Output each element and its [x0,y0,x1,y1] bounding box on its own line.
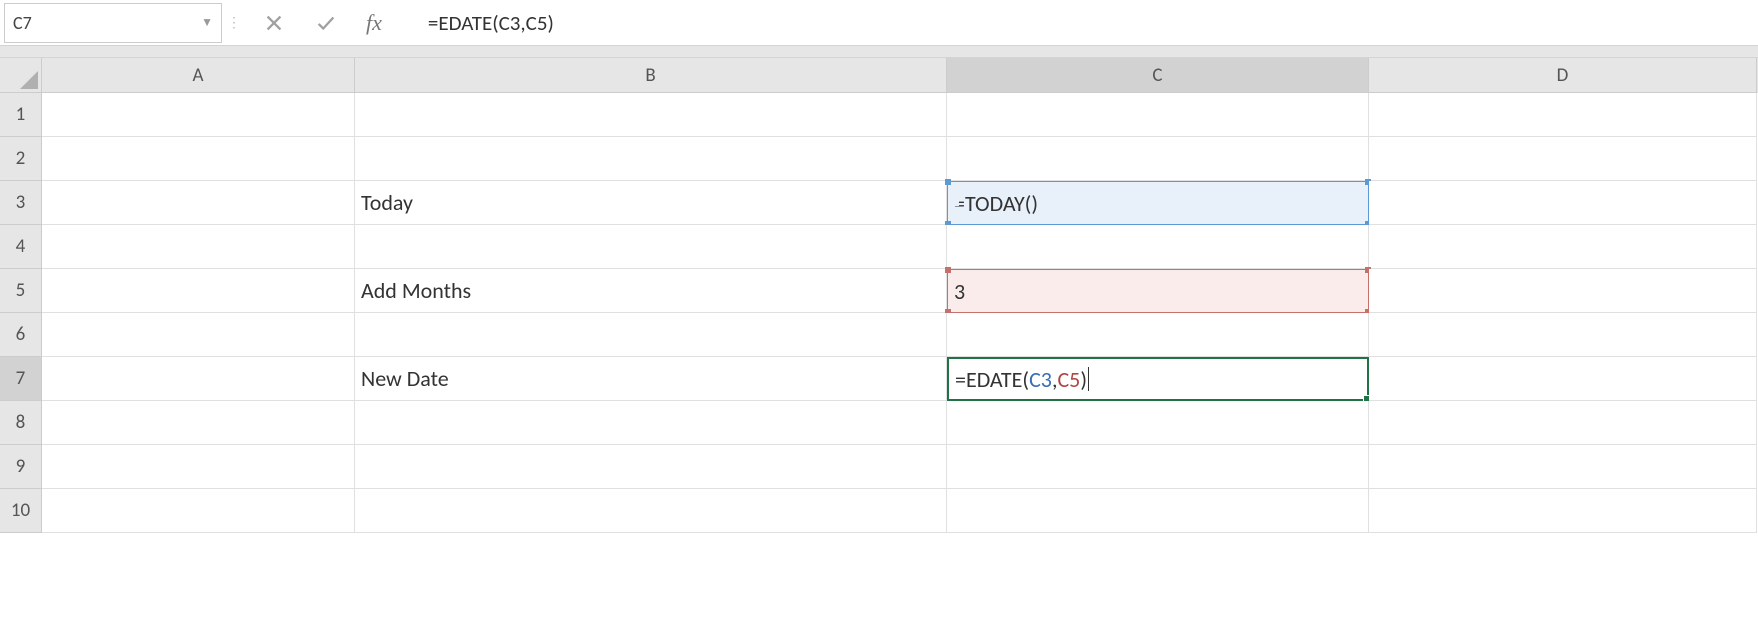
formula-bar-buttons: fx [244,10,418,36]
ribbon-divider [0,46,1758,58]
cell-D7[interactable] [1369,357,1757,401]
name-box-dropdown-icon[interactable]: ▼ [201,15,213,30]
name-box[interactable]: C7 ▼ [4,3,222,43]
range-handle-icon[interactable] [945,179,951,185]
row-9: 9 [0,445,1758,489]
cell-B4[interactable] [355,225,947,269]
cell-A2[interactable] [42,137,355,181]
cell-A6[interactable] [42,313,355,357]
name-box-value: C7 [13,12,201,34]
row-2: 2 [0,137,1758,181]
row-header-1[interactable]: 1 [0,93,42,137]
row-10: 10 [0,489,1758,533]
cell-C8[interactable] [947,401,1369,445]
range-handle-icon[interactable] [945,267,951,273]
fx-icon[interactable]: fx [366,10,382,36]
cell-C9[interactable] [947,445,1369,489]
cell-A1[interactable] [42,93,355,137]
row-5: 5 Add Months 3 [0,269,1758,313]
cell-D10[interactable] [1369,489,1757,533]
row-header-6[interactable]: 6 [0,313,42,357]
cell-D1[interactable] [1369,93,1757,137]
select-all-triangle[interactable] [0,58,42,93]
cell-A3[interactable] [42,181,355,225]
row-header-10[interactable]: 10 [0,489,42,533]
cell-B7[interactable]: New Date [355,357,947,401]
cell-C1[interactable] [947,93,1369,137]
cell-formula-close: ) [1080,366,1087,393]
cell-B3[interactable]: Today [355,181,947,225]
cell-B9[interactable] [355,445,947,489]
cell-D9[interactable] [1369,445,1757,489]
column-header-B[interactable]: B [355,58,947,93]
row-4: 4 [0,225,1758,269]
spreadsheet-grid: A B C D 1 2 3 Today =TODAY() 4 [0,58,1758,533]
grip-icon: ⋮ [227,14,239,31]
formula-bar: C7 ▼ ⋮ fx =EDATE(C3,C5) [0,0,1758,46]
column-headers: A B C D [0,58,1758,93]
cell-C5[interactable]: 3 [947,269,1369,313]
column-header-D[interactable]: D [1369,58,1757,93]
cell-A7[interactable] [42,357,355,401]
cell-formula-ref2: C5 [1057,366,1080,393]
cell-C10[interactable] [947,489,1369,533]
cell-C4[interactable] [947,225,1369,269]
cell-D5[interactable] [1369,269,1757,313]
cell-D6[interactable] [1369,313,1757,357]
row-header-5[interactable]: 5 [0,269,42,313]
row-header-3[interactable]: 3 [0,181,42,225]
row-header-4[interactable]: 4 [0,225,42,269]
cell-B6[interactable] [355,313,947,357]
cell-A4[interactable] [42,225,355,269]
row-header-8[interactable]: 8 [0,401,42,445]
row-1: 1 [0,93,1758,137]
cell-formula-ref1: C3 [1029,366,1052,393]
cell-formula-fn: =EDATE( [955,366,1029,393]
cell-D3[interactable] [1369,181,1757,225]
formula-input[interactable]: =EDATE(C3,C5) [418,0,1758,45]
check-icon [315,12,337,34]
enter-button[interactable] [314,11,338,35]
row-6: 6 [0,313,1758,357]
row-8: 8 [0,401,1758,445]
cell-D4[interactable] [1369,225,1757,269]
cell-B8[interactable] [355,401,947,445]
row-7: 7 New Date =EDATE(C3,C5) [0,357,1758,401]
cell-C7[interactable]: =EDATE(C3,C5) [947,357,1369,401]
column-header-C[interactable]: C [947,58,1369,93]
cell-C2[interactable] [947,137,1369,181]
cell-B2[interactable] [355,137,947,181]
row-header-7[interactable]: 7 [0,357,42,401]
cell-B1[interactable] [355,93,947,137]
cell-A5[interactable] [42,269,355,313]
row-header-9[interactable]: 9 [0,445,42,489]
cell-C3[interactable]: =TODAY() [947,181,1369,225]
cancel-button[interactable] [262,11,286,35]
cell-C6[interactable] [947,313,1369,357]
cell-D2[interactable] [1369,137,1757,181]
formula-bar-resize-handle[interactable]: ⋮ [222,0,244,45]
text-cursor-icon [1088,367,1089,391]
cell-A10[interactable] [42,489,355,533]
row-3: 3 Today =TODAY() [0,181,1758,225]
close-icon [263,12,285,34]
column-header-A[interactable]: A [42,58,355,93]
row-header-2[interactable]: 2 [0,137,42,181]
cell-D8[interactable] [1369,401,1757,445]
cell-A8[interactable] [42,401,355,445]
cell-A9[interactable] [42,445,355,489]
cell-B5[interactable]: Add Months [355,269,947,313]
cell-B10[interactable] [355,489,947,533]
